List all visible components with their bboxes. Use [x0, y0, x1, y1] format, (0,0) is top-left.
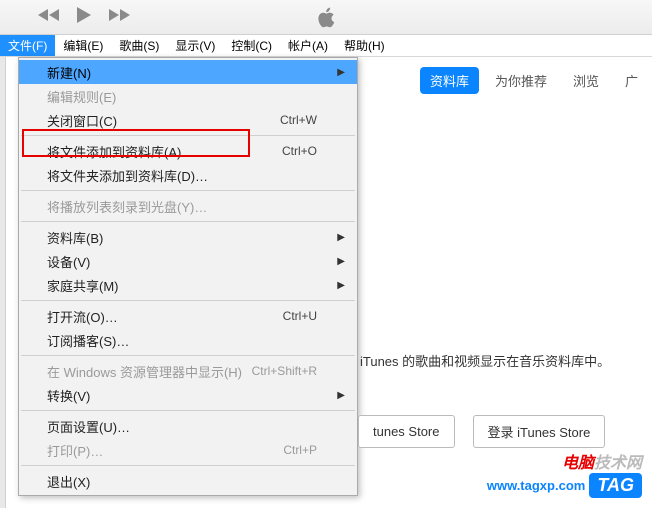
menu-edit[interactable]: 编辑(E): [55, 35, 111, 56]
tab-radio[interactable]: 广: [615, 67, 648, 94]
watermark: 电脑技术网 www.tagxp.com TAG: [487, 449, 642, 498]
menu-item-label: 退出(X): [47, 472, 90, 491]
menu-separator: [21, 135, 355, 136]
menu-item-show-in-explorer: 在 Windows 资源管理器中显示(H) Ctrl+Shift+R: [19, 359, 357, 383]
player-toolbar: [0, 0, 652, 35]
tabs-bar: 资料库 为你推荐 浏览 广: [420, 67, 652, 94]
menu-item-home-sharing[interactable]: 家庭共享(M) ▶: [19, 273, 357, 297]
login-itunes-store-button[interactable]: 登录 iTunes Store: [473, 415, 606, 448]
menu-item-library[interactable]: 资料库(B) ▶: [19, 225, 357, 249]
menu-item-label: 关闭窗口(C): [47, 111, 117, 130]
store-buttons: tunes Store 登录 iTunes Store: [358, 415, 605, 448]
menu-item-exit[interactable]: 退出(X): [19, 469, 357, 493]
tab-library[interactable]: 资料库: [420, 67, 479, 94]
menu-item-subscribe-podcast[interactable]: 订阅播客(S)…: [19, 328, 357, 352]
menu-item-page-setup[interactable]: 页面设置(U)…: [19, 414, 357, 438]
menu-song[interactable]: 歌曲(S): [111, 35, 167, 56]
menu-item-label: 订阅播客(S)…: [47, 331, 129, 350]
menu-item-label: 家庭共享(M): [47, 276, 119, 295]
menu-control[interactable]: 控制(C): [223, 35, 280, 56]
play-controls: [38, 6, 130, 29]
menu-item-label: 打印(P)…: [47, 441, 103, 460]
menu-item-new[interactable]: 新建(N) ▶: [19, 60, 357, 84]
menu-item-devices[interactable]: 设备(V) ▶: [19, 249, 357, 273]
go-itunes-store-button[interactable]: tunes Store: [358, 415, 455, 448]
content-area: 资料库 为你推荐 浏览 广 新建(N) ▶ 编辑规则(E) 关闭窗口(C) Ct…: [0, 57, 652, 508]
shortcut-label: Ctrl+O: [282, 144, 317, 158]
tab-for-you[interactable]: 为你推荐: [485, 67, 557, 94]
menu-item-label: 新建(N): [47, 63, 91, 82]
menu-item-burn-playlist: 将播放列表刻录到光盘(Y)…: [19, 194, 357, 218]
submenu-arrow-icon: ▶: [337, 390, 345, 401]
menu-separator: [21, 465, 355, 466]
library-description: iTunes 的歌曲和视频显示在音乐资料库中。: [360, 351, 610, 370]
menu-account[interactable]: 帐户(A): [280, 35, 336, 56]
menu-item-edit-rule: 编辑规则(E): [19, 84, 357, 108]
menu-item-label: 将文件夹添加到资料库(D)…: [47, 166, 208, 185]
submenu-arrow-icon: ▶: [337, 232, 345, 243]
menu-separator: [21, 355, 355, 356]
tab-browse[interactable]: 浏览: [563, 67, 609, 94]
menu-help[interactable]: 帮助(H): [336, 35, 393, 56]
menu-item-convert[interactable]: 转换(V) ▶: [19, 383, 357, 407]
file-menu-dropdown: 新建(N) ▶ 编辑规则(E) 关闭窗口(C) Ctrl+W 将文件添加到资料库…: [18, 57, 358, 496]
menu-item-label: 在 Windows 资源管理器中显示(H): [47, 362, 242, 381]
watermark-url: www.tagxp.com: [487, 478, 585, 493]
menu-item-open-stream[interactable]: 打开流(O)… Ctrl+U: [19, 304, 357, 328]
menu-item-print: 打印(P)… Ctrl+P: [19, 438, 357, 462]
menu-separator: [21, 190, 355, 191]
submenu-arrow-icon: ▶: [337, 67, 345, 78]
menu-file[interactable]: 文件(F): [0, 35, 55, 56]
menu-item-label: 将播放列表刻录到光盘(Y)…: [47, 197, 207, 216]
menu-separator: [21, 410, 355, 411]
apple-logo-icon: [316, 6, 336, 35]
menu-item-label: 页面设置(U)…: [47, 417, 130, 436]
shortcut-label: Ctrl+W: [280, 113, 317, 127]
menu-item-label: 编辑规则(E): [47, 87, 116, 106]
menu-item-add-folder[interactable]: 将文件夹添加到资料库(D)…: [19, 163, 357, 187]
menu-item-close-window[interactable]: 关闭窗口(C) Ctrl+W: [19, 108, 357, 132]
menubar: 文件(F) 编辑(E) 歌曲(S) 显示(V) 控制(C) 帐户(A) 帮助(H…: [0, 35, 652, 57]
menu-item-label: 打开流(O)…: [47, 307, 118, 326]
shortcut-label: Ctrl+U: [283, 309, 317, 323]
menu-item-label: 转换(V): [47, 386, 90, 405]
shortcut-label: Ctrl+P: [283, 443, 317, 457]
menu-item-label: 设备(V): [47, 252, 90, 271]
watermark-tag: TAG: [589, 473, 642, 498]
menu-item-add-file[interactable]: 将文件添加到资料库(A)… Ctrl+O: [19, 139, 357, 163]
play-icon[interactable]: [76, 6, 92, 29]
menu-item-label: 将文件添加到资料库(A)…: [47, 142, 194, 161]
menu-separator: [21, 221, 355, 222]
submenu-arrow-icon: ▶: [337, 280, 345, 291]
shortcut-label: Ctrl+Shift+R: [252, 364, 317, 378]
menu-item-label: 资料库(B): [47, 228, 103, 247]
next-icon[interactable]: [108, 8, 130, 27]
prev-icon[interactable]: [38, 8, 60, 27]
menu-separator: [21, 300, 355, 301]
submenu-arrow-icon: ▶: [337, 256, 345, 267]
menu-view[interactable]: 显示(V): [167, 35, 223, 56]
watermark-brand: 电脑技术网: [487, 449, 642, 473]
